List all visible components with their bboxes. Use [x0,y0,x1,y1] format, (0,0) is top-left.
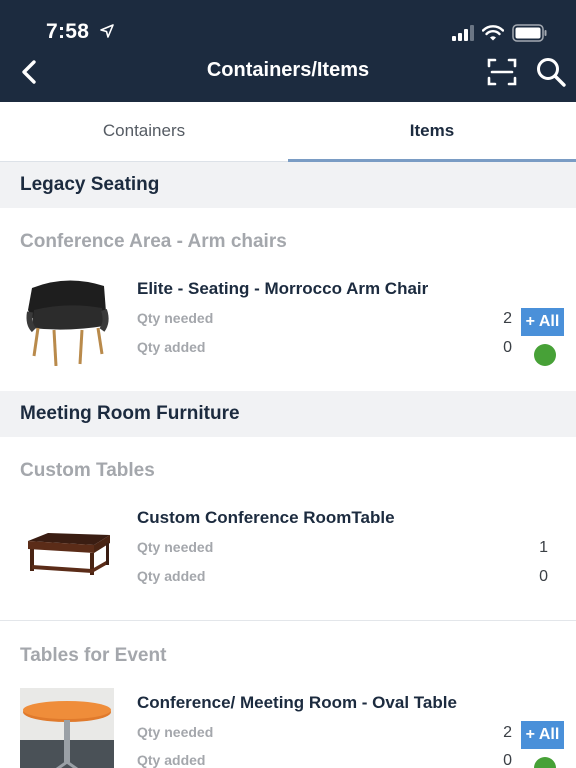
barcode-scan-icon[interactable] [486,56,518,88]
qty-added-value: 0 [503,339,512,356]
qty-needed-label: Qty needed [137,724,214,740]
qty-needed-value: 2 [503,724,512,741]
tab-bar: Containers Items [0,102,576,162]
item-name: Custom Conference RoomTable [137,508,395,527]
wifi-icon [482,25,504,41]
section-header-meeting-room-furniture: Meeting Room Furniture [0,391,576,437]
item-thumbnail-oval-table [20,688,114,768]
group-label: Custom Tables [20,460,155,481]
list-item[interactable]: Elite - Seating - Morrocco Arm Chair Qty… [0,268,576,390]
qty-added-value: 0 [503,752,512,768]
item-thumbnail-arm-chair [20,272,114,366]
qty-added-label: Qty added [137,752,206,768]
add-all-button[interactable]: + All [521,308,564,336]
list-item[interactable]: Custom Conference RoomTable Qty needed 1… [0,497,576,619]
tab-containers[interactable]: Containers [0,102,288,162]
group-label: Tables for Event [20,645,167,666]
status-dot [534,757,556,768]
location-arrow-icon [100,24,114,38]
battery-icon [512,24,547,42]
divider [0,620,576,621]
qty-added-label: Qty added [137,339,206,355]
add-all-button[interactable]: + All [521,721,564,749]
status-dot [534,344,556,366]
list-item[interactable]: Conference/ Meeting Room - Oval Table Qt… [0,682,576,768]
qty-needed-label: Qty needed [137,539,214,555]
qty-needed-label: Qty needed [137,310,214,326]
qty-added-value: 0 [539,568,548,585]
group-label: Conference Area - Arm chairs [20,231,287,252]
section-header-legacy-seating: Legacy Seating [0,162,576,208]
status-icons [452,24,548,42]
status-time: 7:58 [46,20,90,43]
app-header: 7:58 Containers/Items [0,0,576,102]
qty-needed-value: 2 [503,310,512,327]
cellular-signal-icon [452,25,474,41]
search-icon[interactable] [535,56,567,88]
tab-items[interactable]: Items [288,102,576,162]
item-name: Elite - Seating - Morrocco Arm Chair [137,279,429,298]
qty-needed-value: 1 [539,539,548,556]
item-name: Conference/ Meeting Room - Oval Table [137,693,457,712]
qty-added-label: Qty added [137,568,206,584]
item-thumbnail-table [20,503,114,597]
